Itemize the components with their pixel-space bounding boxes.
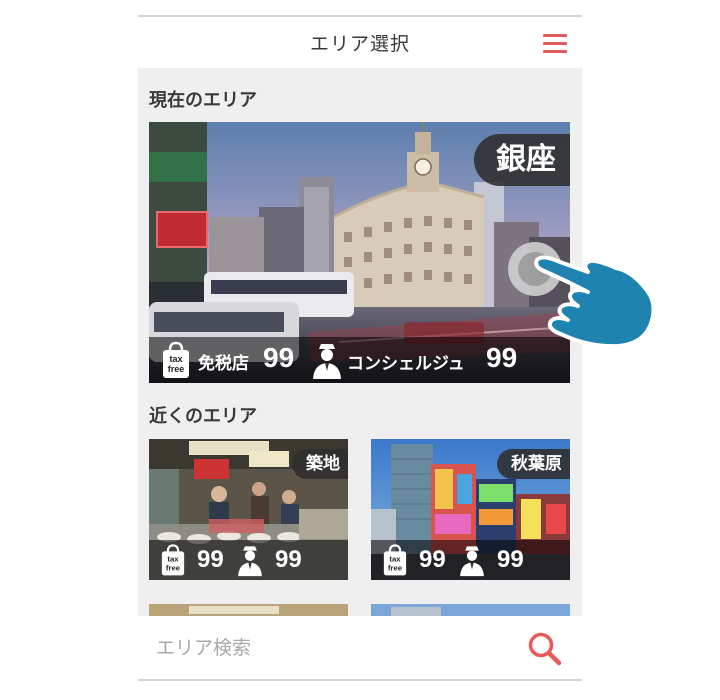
search-icon[interactable] <box>526 630 564 668</box>
nearby-area-card-partial[interactable] <box>371 604 570 616</box>
concierge-icon <box>238 546 262 577</box>
concierge-icon <box>313 344 341 379</box>
current-area-heading: 現在のエリア <box>149 90 257 111</box>
nearby-area-card-akihabara[interactable]: 秋葉原 tax free 99 99 <box>371 439 570 580</box>
concierge-label: コンシェルジュ <box>347 354 465 374</box>
concierge-count: 99 <box>497 546 524 573</box>
concierge-count: 99 <box>275 546 302 573</box>
svg-text:tax: tax <box>167 555 179 564</box>
area-search-input[interactable] <box>154 632 498 664</box>
svg-text:free: free <box>388 563 403 572</box>
area-name-badge: 秋葉原 <box>497 449 570 479</box>
tax-free-count: 99 <box>419 546 446 573</box>
svg-text:free: free <box>166 563 181 572</box>
bottom-divider <box>138 679 582 681</box>
page-title: エリア選択 <box>309 33 410 55</box>
tax-free-label: 免税店 <box>198 354 249 374</box>
tax-free-bag-icon: tax free <box>383 544 407 576</box>
tap-hand-icon <box>508 242 656 349</box>
tax-free-count: 99 <box>263 342 295 373</box>
tax-free-count: 99 <box>197 546 224 573</box>
nearby-area-card-partial[interactable] <box>149 604 348 616</box>
svg-text:tax: tax <box>169 354 182 364</box>
hamburger-menu-icon[interactable] <box>543 31 569 55</box>
area-name-badge: 銀座 <box>474 134 570 186</box>
search-bar <box>138 616 582 679</box>
nearby-area-heading: 近くのエリア <box>149 406 257 427</box>
header: エリア選択 <box>138 17 582 68</box>
tax-free-bag-icon: tax free <box>161 544 185 576</box>
tax-free-bag-icon: tax free <box>163 341 189 378</box>
nearby-area-card-tsukiji[interactable]: 築地 tax free 99 99 <box>149 439 348 580</box>
svg-text:tax: tax <box>389 555 401 564</box>
concierge-icon <box>460 546 484 577</box>
stats-bar: tax free 99 99 <box>371 540 570 580</box>
stats-bar: tax free 99 99 <box>149 540 348 580</box>
svg-text:free: free <box>168 364 185 374</box>
area-name-badge: 築地 <box>292 449 348 479</box>
